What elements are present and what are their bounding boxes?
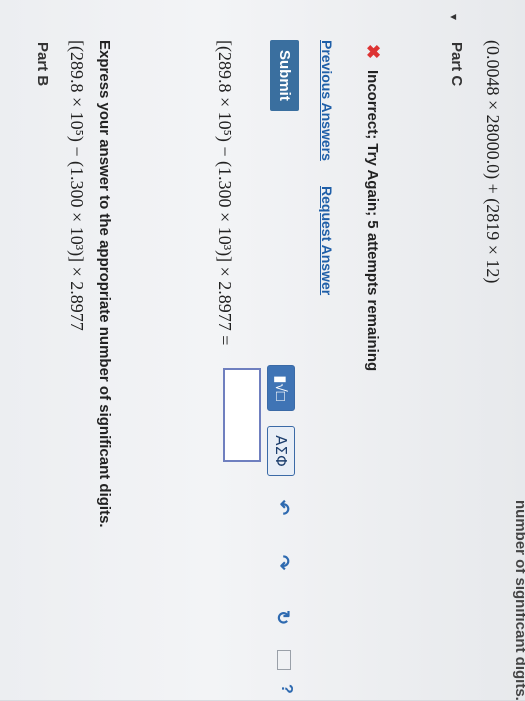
answer-input[interactable] [223, 368, 261, 462]
part-b-instructions: Express your answer to the appropriate n… [96, 40, 113, 528]
keyboard-icon[interactable] [277, 650, 291, 670]
part-c-title[interactable]: Part C [448, 42, 465, 86]
part-c-instructions-partial: number of significant digits. [512, 500, 525, 701]
request-answer-link[interactable]: Request Answer [319, 186, 335, 295]
answer-prompt: [(289.8 × 10⁵) − (1.300 × 10³)] × 2.8977… [215, 40, 235, 346]
undo-icon[interactable]: ↶ [272, 500, 293, 515]
greek-symbols-button[interactable]: ΑΣΦ [267, 426, 295, 476]
sqrt-template-icon: ▮√□ [272, 375, 289, 401]
incorrect-icon: ✖ [363, 44, 383, 60]
feedback-message: Incorrect; Try Again; 5 attempts remaini… [364, 70, 381, 372]
redo-icon[interactable]: ↷ [272, 555, 293, 570]
submit-button[interactable]: Submit [270, 40, 299, 111]
reset-icon[interactable]: ↻ [272, 610, 293, 625]
part-b-title: Part B [34, 42, 51, 87]
part-c-expression: (0.0048 × 28000.0) + (2819 × 12) [483, 40, 503, 284]
rotated-content: Part B [(289.8 × 10⁵) − (1.300 × 10³)] ×… [0, 0, 525, 701]
previous-answers-link[interactable]: Previous Answers [319, 40, 335, 161]
greek-label: ΑΣΦ [272, 435, 290, 467]
help-icon[interactable]: ? [277, 684, 295, 694]
template-button[interactable]: ▮√□ [267, 365, 295, 411]
collapse-caret-icon[interactable]: ▾ [447, 14, 461, 20]
part-b-expression: [(289.8 × 10⁵) − (1.300 × 10³)] × 2.8977 [67, 40, 87, 331]
page: Part B [(289.8 × 10⁵) − (1.300 × 10³)] ×… [0, 0, 525, 701]
